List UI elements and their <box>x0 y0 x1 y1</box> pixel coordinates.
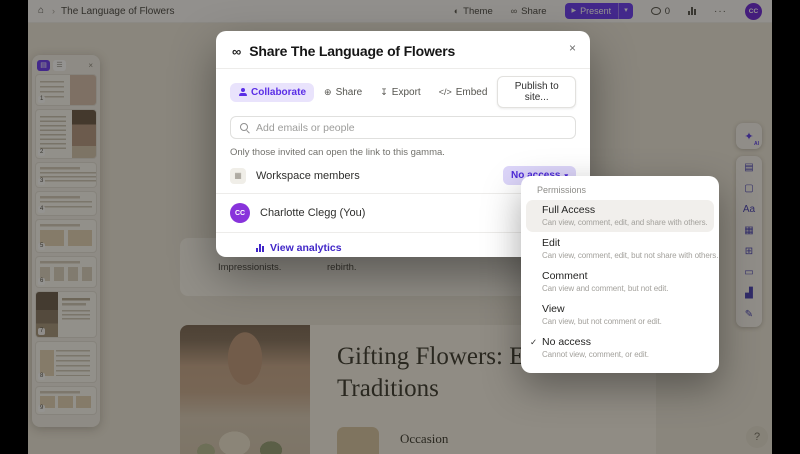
view-analytics-label: View analytics <box>270 242 342 254</box>
permission-option-view[interactable]: View Can view, but not comment or edit. <box>526 299 714 331</box>
person-add-icon <box>238 88 247 97</box>
invite-email-input[interactable] <box>256 122 566 134</box>
option-description: Can view, comment, edit, and share with … <box>542 218 708 227</box>
tab-collaborate[interactable]: Collaborate <box>230 83 314 102</box>
permission-option-no-access[interactable]: ✓ No access Cannot view, comment, or edi… <box>526 332 714 364</box>
permission-option-edit[interactable]: Edit Can view, comment, edit, but not sh… <box>526 233 714 265</box>
search-icon <box>240 123 249 132</box>
permission-option-comment[interactable]: Comment Can view and comment, but not ed… <box>526 266 714 298</box>
tab-label: Embed <box>456 87 488 98</box>
option-description: Can view and comment, but not edit. <box>542 284 708 293</box>
workspace-logo-icon: ▦ <box>230 168 246 184</box>
option-label: No access <box>542 336 708 348</box>
permission-option-full-access[interactable]: Full Access Can view, comment, edit, and… <box>526 200 714 232</box>
option-label: Full Access <box>542 204 708 216</box>
workspace-members-label: Workspace members <box>256 170 493 182</box>
permissions-menu-header: Permissions <box>526 182 714 200</box>
invite-input-wrapper <box>230 116 576 139</box>
option-label: View <box>542 303 708 315</box>
option-label: Edit <box>542 237 708 249</box>
option-label: Comment <box>542 270 708 282</box>
share-dialog-title: Share The Language of Flowers <box>249 43 455 59</box>
option-description: Can view, but not comment or edit. <box>542 317 708 326</box>
tab-label: Collaborate <box>251 87 306 98</box>
link-icon: ∞ <box>232 45 241 58</box>
publish-to-site-button[interactable]: Publish to site... <box>497 76 576 108</box>
share-dialog-tabs: Collaborate ⊕ Share ↧ Export </> Embed P… <box>216 69 590 115</box>
globe-icon: ⊕ <box>324 88 332 97</box>
tab-label: Share <box>336 87 363 98</box>
link-visibility-caption: Only those invited can open the link to … <box>230 147 576 158</box>
close-icon[interactable]: × <box>569 41 576 55</box>
bar-chart-icon <box>256 244 264 252</box>
tab-share[interactable]: ⊕ Share <box>316 83 370 102</box>
share-dialog-header: ∞ Share The Language of Flowers × <box>216 31 590 68</box>
option-description: Can view, comment, edit, but not share w… <box>542 251 708 260</box>
download-icon: ↧ <box>380 88 388 97</box>
avatar: CC <box>230 203 250 223</box>
check-icon: ✓ <box>530 337 537 348</box>
tab-export[interactable]: ↧ Export <box>372 83 428 102</box>
tab-embed[interactable]: </> Embed <box>431 83 496 102</box>
screenshot-stage: ⌂ › The Language of Flowers ◐ Theme ∞ Sh… <box>0 0 800 454</box>
code-icon: </> <box>439 88 452 97</box>
tab-label: Export <box>392 87 421 98</box>
option-description: Cannot view, comment, or edit. <box>542 350 708 359</box>
permissions-menu: Permissions Full Access Can view, commen… <box>521 176 719 373</box>
